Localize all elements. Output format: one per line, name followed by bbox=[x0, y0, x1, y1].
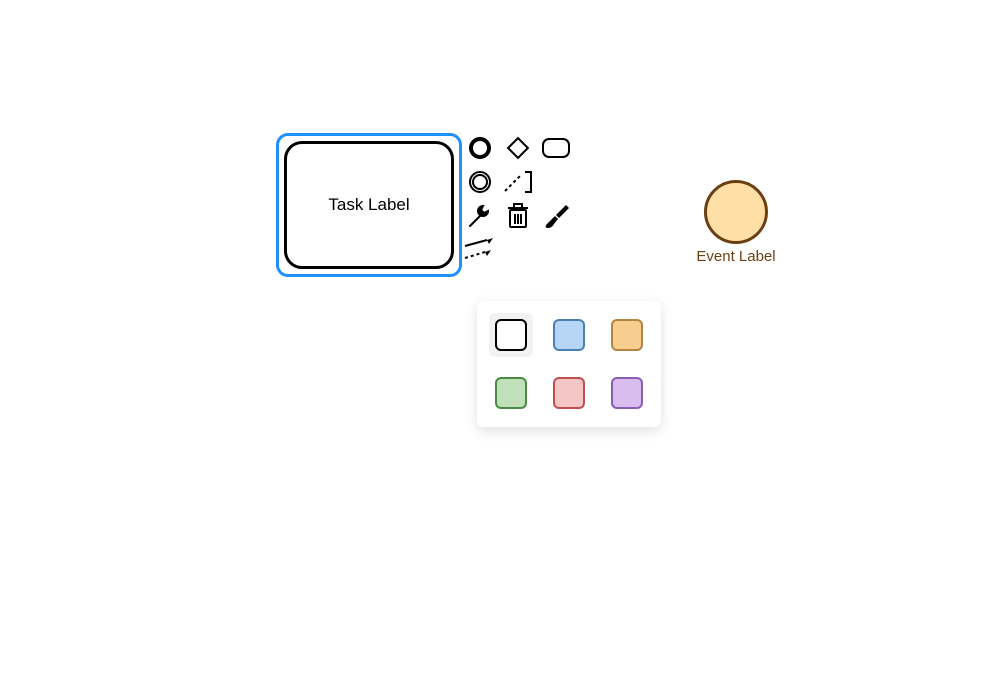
color-grid bbox=[489, 313, 649, 415]
paint-brush-icon bbox=[542, 202, 570, 230]
append-end-event-button[interactable] bbox=[465, 133, 495, 163]
swatch-fill bbox=[495, 377, 527, 409]
color-swatch-green[interactable] bbox=[489, 371, 533, 415]
color-swatch-orange[interactable] bbox=[605, 313, 649, 357]
swatch-fill bbox=[553, 377, 585, 409]
swatch-fill bbox=[553, 319, 585, 351]
append-task-button[interactable] bbox=[541, 133, 571, 163]
swatch-fill bbox=[611, 377, 643, 409]
double-circle-icon bbox=[467, 169, 493, 195]
event-shape bbox=[704, 180, 768, 244]
set-color-button[interactable] bbox=[541, 201, 571, 231]
task-label: Task Label bbox=[328, 195, 409, 215]
color-picker-popup bbox=[477, 301, 661, 427]
connect-association-button[interactable] bbox=[503, 167, 533, 197]
color-swatch-red[interactable] bbox=[547, 371, 591, 415]
diamond-icon bbox=[504, 134, 532, 162]
swatch-fill bbox=[495, 319, 527, 351]
diagram-canvas[interactable]: Task Label Event Label bbox=[0, 0, 997, 679]
task-node[interactable]: Task Label bbox=[276, 133, 462, 277]
event-label: Event Label bbox=[676, 248, 796, 265]
connect-button[interactable] bbox=[465, 235, 495, 265]
task-shape: Task Label bbox=[284, 141, 454, 269]
circle-thick-icon bbox=[467, 135, 493, 161]
trash-icon bbox=[505, 202, 531, 230]
append-intermediate-event-button[interactable] bbox=[465, 167, 495, 197]
rounded-rect-icon bbox=[541, 136, 571, 160]
delete-button[interactable] bbox=[503, 201, 533, 231]
color-swatch-purple[interactable] bbox=[605, 371, 649, 415]
change-type-button[interactable] bbox=[465, 201, 495, 231]
swatch-fill bbox=[611, 319, 643, 351]
wrench-icon bbox=[466, 202, 494, 230]
context-pad bbox=[465, 133, 585, 269]
arrows-icon bbox=[463, 236, 497, 264]
event-node[interactable]: Event Label bbox=[676, 180, 796, 265]
append-gateway-button[interactable] bbox=[503, 133, 533, 163]
color-swatch-blue[interactable] bbox=[547, 313, 591, 357]
color-swatch-white[interactable] bbox=[489, 313, 533, 357]
dashed-bracket-icon bbox=[503, 169, 533, 195]
